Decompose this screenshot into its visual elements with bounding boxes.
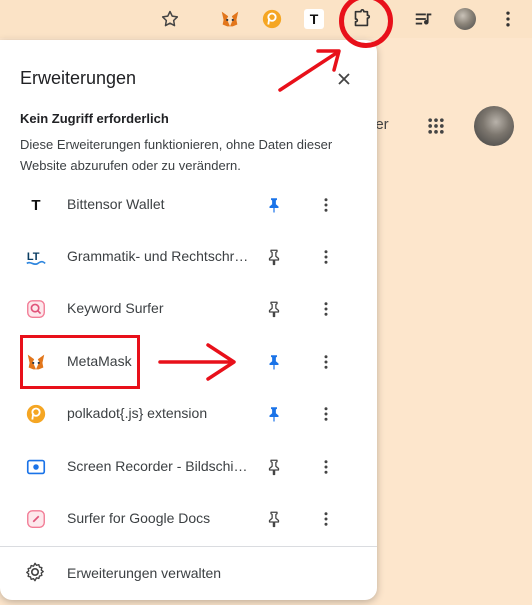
annotation-arrows	[158, 49, 341, 381]
annotation-arrow-to-extensions	[278, 50, 340, 92]
